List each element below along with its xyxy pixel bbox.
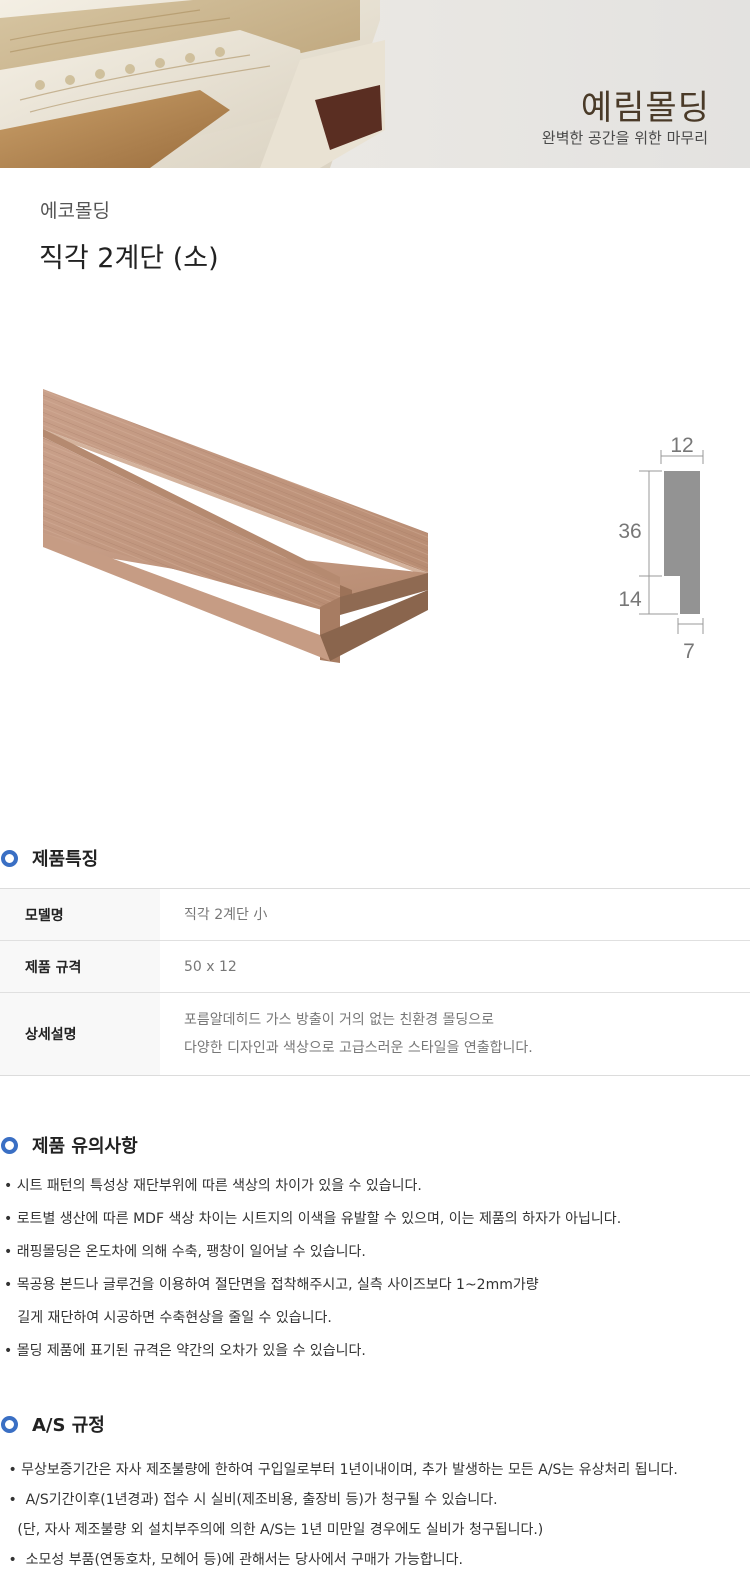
dim-top-width: 12 (670, 434, 693, 457)
as-item: • 소모성 부품(연동호차, 모헤어 등)에 관해서는 당사에서 구매가 가능합… (4, 1552, 463, 1568)
cautions-section-header: 제품 유의사항 (0, 1132, 138, 1158)
spec-value: 포름알데히드 가스 방출이 거의 없는 친환경 몰딩으로 다양한 디자인과 색상… (160, 993, 750, 1075)
header-banner: 예림몰딩 완벽한 공간을 위한 마무리 (0, 0, 750, 168)
caution-item-continued: 길게 재단하여 시공하면 수축현상을 줄일 수 있습니다. (4, 1310, 332, 1326)
spec-label: 제품 규격 (0, 941, 160, 992)
profile-shape (664, 471, 700, 614)
dim-upper-height: 36 (618, 520, 641, 543)
cautions-list: • 시트 패턴의 특성상 재단부위에 따른 색상의 차이가 있을 수 있습니다.… (4, 1170, 744, 1368)
as-item-continued: (단, 자사 제조불량 외 설치부주의에 의한 A/S는 1년 미만일 경우에도… (4, 1522, 544, 1538)
dim-bottom-width: 7 (683, 640, 695, 663)
wood-molding-photo (43, 389, 428, 663)
product-category: 에코몰딩 (40, 200, 110, 222)
spec-value-line: 다양한 디자인과 색상으로 고급스러운 스타일을 연출합니다. (184, 1040, 533, 1056)
as-item: • A/S기간이후(1년경과) 접수 시 실비(제조비용, 출장비 등)가 청구… (4, 1492, 498, 1508)
caution-item: • 로트별 생산에 따른 MDF 색상 차이는 시트지의 이색을 유발할 수 있… (4, 1211, 622, 1227)
spec-row-size: 제품 규격 50 x 12 (0, 941, 750, 993)
caution-item: • 시트 패턴의 특성상 재단부위에 따른 색상의 차이가 있을 수 있습니다. (4, 1178, 422, 1194)
as-item: • 무상보증기간은 자사 제조불량에 한하여 구입일로부터 1년이내이며, 추가… (4, 1462, 678, 1478)
as-policy-list: • 무상보증기간은 자사 제조불량에 한하여 구입일로부터 1년이내이며, 추가… (4, 1455, 744, 1574)
spec-value-line: 직각 2계단 小 (184, 906, 268, 923)
as-section-header: A/S 규정 (0, 1411, 105, 1437)
cautions-heading: 제품 유의사항 (32, 1136, 138, 1157)
product-title: 직각 2계단 (소) (39, 243, 219, 274)
brand-subtitle: 완벽한 공간을 위한 마무리 (541, 129, 708, 147)
features-heading: 제품특징 (32, 849, 99, 870)
spec-row-model: 모델명 직각 2계단 小 (0, 889, 750, 941)
section-bullet-icon (1, 1136, 18, 1154)
section-bullet-icon (1, 1415, 18, 1433)
spec-label: 상세설명 (0, 993, 160, 1075)
caution-item: • 목공용 본드나 글루건을 이용하여 절단면을 접착해주시고, 실측 사이즈보… (4, 1277, 539, 1293)
spec-table: 모델명 직각 2계단 小 제품 규격 50 x 12 상세설명 포름알데히드 가… (0, 888, 750, 1076)
features-section-header: 제품특징 (0, 845, 98, 871)
spec-row-description: 상세설명 포름알데히드 가스 방출이 거의 없는 친환경 몰딩으로 다양한 디자… (0, 993, 750, 1075)
dim-lower-height: 14 (618, 588, 642, 611)
section-bullet-icon (1, 849, 18, 867)
spec-value-line: 50 x 12 (184, 958, 237, 975)
spec-value: 직각 2계단 小 (160, 889, 750, 940)
caution-item: • 몰딩 제품에 표기된 규격은 약간의 오차가 있을 수 있습니다. (4, 1343, 366, 1359)
caution-item: • 래핑몰딩은 온도차에 의해 수축, 팽창이 일어날 수 있습니다. (4, 1244, 366, 1260)
spec-value: 50 x 12 (160, 941, 750, 992)
brand-title: 예림몰딩 (580, 88, 710, 128)
as-heading: A/S 규정 (32, 1415, 105, 1436)
spec-label: 모델명 (0, 889, 160, 940)
spec-value-line: 포름알데히드 가스 방출이 거의 없는 친환경 몰딩으로 (184, 1012, 495, 1028)
profile-dimension-diagram: 12 36 14 7 (618, 434, 704, 663)
